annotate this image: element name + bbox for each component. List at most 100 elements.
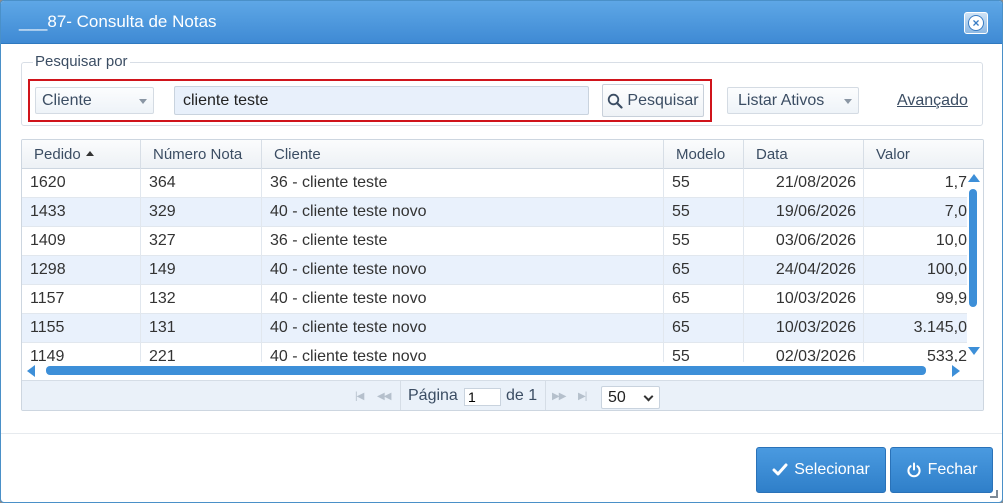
cell-modelo: 65 xyxy=(664,285,744,313)
horizontal-scrollbar[interactable] xyxy=(22,362,967,379)
grid-rows: 1620 364 36 - cliente teste 55 21/08/2026 1,7… xyxy=(22,169,967,362)
cell-numero-nota: 149 xyxy=(141,256,262,284)
cell-data: 24/04/2026 xyxy=(744,256,864,284)
cell-valor: 10,0 xyxy=(935,232,967,249)
column-header-pedido[interactable]: Pedido xyxy=(22,140,141,169)
scroll-up-icon[interactable] xyxy=(968,174,980,182)
previous-page-icon[interactable]: ◀◀ xyxy=(377,391,391,402)
cell-data: 21/08/2026 xyxy=(744,169,864,197)
close-button[interactable]: Fechar xyxy=(890,447,993,493)
cell-cliente: 36 - cliente teste xyxy=(262,169,664,197)
scroll-right-icon[interactable] xyxy=(952,365,960,377)
cell-pedido: 1409 xyxy=(22,227,141,255)
power-icon xyxy=(907,462,921,478)
vertical-scrollbar[interactable] xyxy=(965,169,983,362)
chevron-down-icon xyxy=(643,391,654,402)
vertical-scroll-thumb[interactable] xyxy=(969,189,977,307)
cell-numero-nota: 364 xyxy=(141,169,262,197)
search-icon xyxy=(608,93,624,109)
cell-modelo: 65 xyxy=(664,314,744,342)
column-header-data[interactable]: Data xyxy=(744,140,864,169)
cell-data: 10/03/2026 xyxy=(744,285,864,313)
advanced-search-link[interactable]: Avançado xyxy=(897,92,968,110)
cell-pedido: 1157 xyxy=(22,285,141,313)
checkmark-icon xyxy=(772,463,788,476)
first-page-icon[interactable]: |◀ xyxy=(355,391,364,402)
cell-numero-nota: 221 xyxy=(141,343,262,362)
cell-pedido: 1298 xyxy=(22,256,141,284)
horizontal-scroll-thumb[interactable] xyxy=(46,366,926,375)
grid-header: Pedido Número Nota Cliente Modelo Data V… xyxy=(22,140,983,169)
page-label: Página xyxy=(408,387,458,404)
cell-data: 19/06/2026 xyxy=(744,198,864,226)
table-row[interactable]: 1157 132 40 - cliente teste novo 65 10/03/20… xyxy=(22,285,967,314)
status-select[interactable]: Listar Ativos xyxy=(727,87,859,114)
select-button[interactable]: Selecionar xyxy=(756,447,886,493)
sort-ascending-icon xyxy=(85,151,94,156)
dropdown-arrow-icon xyxy=(844,99,852,104)
cell-numero-nota: 327 xyxy=(141,227,262,255)
column-header-modelo[interactable]: Modelo xyxy=(664,140,744,169)
cell-cliente: 40 - cliente teste novo xyxy=(262,343,664,362)
select-button-label: Selecionar xyxy=(794,461,870,478)
cell-modelo: 65 xyxy=(664,256,744,284)
close-window-button[interactable]: × xyxy=(964,12,988,34)
search-input[interactable] xyxy=(174,86,589,115)
cell-pedido: 1155 xyxy=(22,314,141,342)
column-header-label: Pedido xyxy=(34,146,81,163)
cell-valor: 533,2 xyxy=(926,348,967,362)
search-field-select-value: Cliente xyxy=(42,92,92,109)
search-field-select[interactable]: Cliente xyxy=(35,87,154,114)
cell-modelo: 55 xyxy=(664,227,744,255)
cell-numero-nota: 131 xyxy=(141,314,262,342)
page-size-select[interactable]: 50 xyxy=(601,386,660,409)
cell-valor: 7,0 xyxy=(944,203,967,220)
total-pages-label: de 1 xyxy=(506,387,538,404)
cell-valor: 3.145,0 xyxy=(913,319,967,336)
next-page-icon[interactable]: ▶▶ xyxy=(552,391,566,402)
scroll-down-icon[interactable] xyxy=(968,347,980,355)
resize-grip-icon[interactable] xyxy=(990,490,998,498)
window-title: ___87- Consulta de Notas xyxy=(19,12,217,31)
cell-valor: 99,9 xyxy=(935,290,967,307)
cell-cliente: 40 - cliente teste novo xyxy=(262,314,664,342)
page-size-value: 50 xyxy=(608,389,626,406)
status-select-value: Listar Ativos xyxy=(738,92,825,109)
table-row[interactable]: 1620 364 36 - cliente teste 55 21/08/2026 1,7 xyxy=(22,169,967,198)
title-bar[interactable]: ___87- Consulta de Notas × xyxy=(1,1,1002,44)
last-page-icon[interactable]: ▶| xyxy=(578,391,587,402)
cell-pedido: 1433 xyxy=(22,198,141,226)
cell-cliente: 36 - cliente teste xyxy=(262,227,664,255)
table-row[interactable]: 1298 149 40 - cliente teste novo 65 24/04/20… xyxy=(22,256,967,285)
table-row[interactable]: 1155 131 40 - cliente teste novo 65 10/03/20… xyxy=(22,314,967,343)
cell-cliente: 40 - cliente teste novo xyxy=(262,285,664,313)
current-page-input[interactable] xyxy=(464,388,501,406)
search-button[interactable]: Pesquisar xyxy=(602,84,704,117)
cell-modelo: 55 xyxy=(664,343,744,362)
cell-valor: 1,7 xyxy=(944,174,967,191)
dropdown-arrow-icon xyxy=(139,99,147,104)
close-button-label: Fechar xyxy=(927,461,978,478)
consulta-notas-dialog: ___87- Consulta de Notas × Pesquisar por… xyxy=(0,0,1003,503)
column-header-cliente[interactable]: Cliente xyxy=(262,140,664,169)
footer-divider xyxy=(1,433,1002,434)
cell-data: 10/03/2026 xyxy=(744,314,864,342)
cell-cliente: 40 - cliente teste novo xyxy=(262,256,664,284)
cell-numero-nota: 329 xyxy=(141,198,262,226)
table-row[interactable]: 1409 327 36 - cliente teste 55 03/06/2026 10,… xyxy=(22,227,967,256)
search-button-label: Pesquisar xyxy=(627,91,699,109)
table-row[interactable]: 1149 221 40 - cliente teste novo 55 02/03/20… xyxy=(22,343,967,362)
table-row[interactable]: 1433 329 40 - cliente teste novo 55 19/06/20… xyxy=(22,198,967,227)
cell-cliente: 40 - cliente teste novo xyxy=(262,198,664,226)
column-header-numero-nota[interactable]: Número Nota xyxy=(141,140,262,169)
scroll-left-icon[interactable] xyxy=(27,365,35,377)
cell-pedido: 1149 xyxy=(22,343,141,362)
cell-data: 02/03/2026 xyxy=(744,343,864,362)
search-legend: Pesquisar por xyxy=(33,53,130,70)
cell-valor: 100,0 xyxy=(926,261,967,278)
column-header-valor[interactable]: Valor xyxy=(864,140,983,169)
grid-pager: |◀ ◀◀ Página de 1 ▶▶ ▶| 50 xyxy=(22,380,983,410)
close-icon: × xyxy=(968,15,984,31)
cell-numero-nota: 132 xyxy=(141,285,262,313)
cell-pedido: 1620 xyxy=(22,169,141,197)
